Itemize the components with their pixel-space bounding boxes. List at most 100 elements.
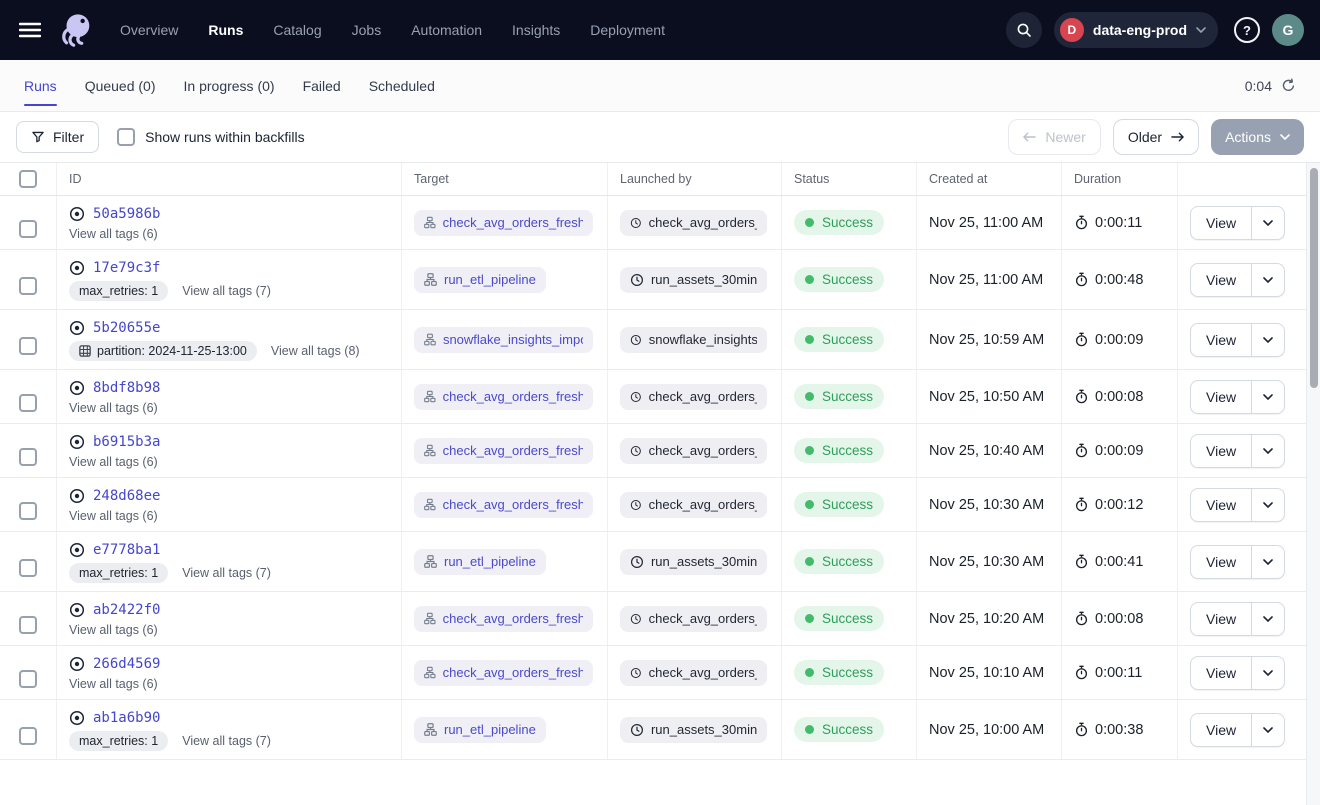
view-button[interactable]: View <box>1191 381 1252 413</box>
launched-by-pill[interactable]: run_assets_30min <box>620 717 767 743</box>
dagster-logo-icon[interactable] <box>56 10 96 50</box>
row-checkbox[interactable] <box>19 220 37 238</box>
view-dropdown-button[interactable] <box>1252 381 1284 413</box>
view-all-tags-link[interactable]: View all tags (6) <box>69 677 158 691</box>
scrollbar-track[interactable] <box>1306 163 1320 805</box>
view-dropdown-button[interactable] <box>1252 714 1284 746</box>
launched-by-pill[interactable]: check_avg_orders_f… <box>620 210 767 236</box>
row-checkbox[interactable] <box>19 502 37 520</box>
view-all-tags-link[interactable]: View all tags (7) <box>182 284 271 298</box>
row-checkbox[interactable] <box>19 616 37 634</box>
launched-by-pill[interactable]: run_assets_30min <box>620 549 767 575</box>
launched-by-pill[interactable]: check_avg_orders_f… <box>620 438 767 464</box>
view-dropdown-button[interactable] <box>1252 264 1284 296</box>
tab-runs[interactable]: Runs <box>24 60 57 111</box>
backfills-checkbox[interactable] <box>117 128 135 146</box>
newer-button[interactable]: Newer <box>1008 119 1100 155</box>
target-pill[interactable]: check_avg_orders_freshne <box>414 438 593 464</box>
launched-by-pill[interactable]: check_avg_orders_f… <box>620 606 767 632</box>
view-dropdown-button[interactable] <box>1252 489 1284 521</box>
row-checkbox[interactable] <box>19 727 37 745</box>
tab-scheduled[interactable]: Scheduled <box>369 60 435 111</box>
view-all-tags-link[interactable]: View all tags (6) <box>69 227 158 241</box>
run-id-link[interactable]: 50a5986b <box>93 206 160 222</box>
view-all-tags-link[interactable]: View all tags (6) <box>69 401 158 415</box>
view-dropdown-button[interactable] <box>1252 546 1284 578</box>
workspace-switcher[interactable]: D data-eng-prod <box>1054 12 1218 48</box>
nav-automation[interactable]: Automation <box>411 22 482 38</box>
filter-button[interactable]: Filter <box>16 121 99 153</box>
view-button[interactable]: View <box>1191 324 1252 356</box>
launched-by-pill[interactable]: check_avg_orders_f… <box>620 384 767 410</box>
view-dropdown-button[interactable] <box>1252 657 1284 689</box>
run-id-link[interactable]: ab1a6b90 <box>93 710 160 726</box>
view-button[interactable]: View <box>1191 714 1252 746</box>
target-pill[interactable]: check_avg_orders_freshne <box>414 210 593 236</box>
view-dropdown-button[interactable] <box>1252 324 1284 356</box>
target-pill[interactable]: check_avg_orders_freshne <box>414 606 593 632</box>
row-checkbox[interactable] <box>19 670 37 688</box>
view-all-tags-link[interactable]: View all tags (6) <box>69 455 158 469</box>
row-checkbox[interactable] <box>19 448 37 466</box>
tab-in-progress[interactable]: In progress (0) <box>184 60 275 111</box>
launched-by-pill[interactable]: check_avg_orders_f… <box>620 660 767 686</box>
target-pill[interactable]: check_avg_orders_freshne <box>414 492 593 518</box>
target-pill[interactable]: check_avg_orders_freshne <box>414 384 593 410</box>
view-button[interactable]: View <box>1191 264 1252 296</box>
row-checkbox[interactable] <box>19 337 37 355</box>
older-button[interactable]: Older <box>1113 119 1199 155</box>
run-id-link[interactable]: 5b20655e <box>93 320 160 336</box>
select-all-checkbox[interactable] <box>19 170 37 188</box>
view-dropdown-button[interactable] <box>1252 207 1284 239</box>
nav-insights[interactable]: Insights <box>512 22 560 38</box>
launched-by-pill[interactable]: run_assets_30min <box>620 267 767 293</box>
view-button[interactable]: View <box>1191 603 1252 635</box>
nav-catalog[interactable]: Catalog <box>273 22 321 38</box>
target-pill[interactable]: snowflake_insights_import <box>414 327 593 353</box>
run-id-link[interactable]: 266d4569 <box>93 656 160 672</box>
hamburger-menu-icon[interactable] <box>16 16 44 44</box>
view-button[interactable]: View <box>1191 657 1252 689</box>
launched-by-pill[interactable]: check_avg_orders_f… <box>620 492 767 518</box>
run-id-link[interactable]: 248d68ee <box>93 488 160 504</box>
nav-runs[interactable]: Runs <box>208 22 243 38</box>
nav-deployment[interactable]: Deployment <box>590 22 665 38</box>
view-all-tags-link[interactable]: View all tags (6) <box>69 509 158 523</box>
run-tag-pill[interactable]: max_retries: 1 <box>69 563 168 583</box>
row-checkbox[interactable] <box>19 277 37 295</box>
nav-jobs[interactable]: Jobs <box>352 22 382 38</box>
row-checkbox[interactable] <box>19 559 37 577</box>
view-all-tags-link[interactable]: View all tags (8) <box>271 344 360 358</box>
view-all-tags-link[interactable]: View all tags (6) <box>69 623 158 637</box>
actions-button[interactable]: Actions <box>1211 119 1304 155</box>
target-pill[interactable]: run_etl_pipeline <box>414 549 546 575</box>
view-dropdown-button[interactable] <box>1252 435 1284 467</box>
target-pill[interactable]: check_avg_orders_freshne <box>414 660 593 686</box>
view-all-tags-link[interactable]: View all tags (7) <box>182 734 271 748</box>
view-button[interactable]: View <box>1191 435 1252 467</box>
view-dropdown-button[interactable] <box>1252 603 1284 635</box>
view-all-tags-link[interactable]: View all tags (7) <box>182 566 271 580</box>
help-button[interactable]: ? <box>1234 17 1260 43</box>
run-id-link[interactable]: e7778ba1 <box>93 542 160 558</box>
launched-by-pill[interactable]: snowflake_insights_… <box>620 327 767 353</box>
run-id-link[interactable]: 17e79c3f <box>93 260 160 276</box>
user-avatar[interactable]: G <box>1272 14 1304 46</box>
run-tag-pill[interactable]: max_retries: 1 <box>69 281 168 301</box>
row-checkbox[interactable] <box>19 394 37 412</box>
view-button[interactable]: View <box>1191 207 1252 239</box>
run-id-link[interactable]: b6915b3a <box>93 434 160 450</box>
run-tag-pill[interactable]: partition: 2024-11-25-13:00 <box>69 341 257 361</box>
target-pill[interactable]: run_etl_pipeline <box>414 267 546 293</box>
target-pill[interactable]: run_etl_pipeline <box>414 717 546 743</box>
run-id-link[interactable]: 8bdf8b98 <box>93 380 160 396</box>
search-button[interactable] <box>1006 12 1042 48</box>
tab-failed[interactable]: Failed <box>303 60 341 111</box>
view-button[interactable]: View <box>1191 546 1252 578</box>
tab-queued[interactable]: Queued (0) <box>85 60 156 111</box>
nav-overview[interactable]: Overview <box>120 22 178 38</box>
refresh-icon[interactable] <box>1281 78 1296 93</box>
scrollbar-thumb[interactable] <box>1310 168 1318 388</box>
view-button[interactable]: View <box>1191 489 1252 521</box>
run-tag-pill[interactable]: max_retries: 1 <box>69 731 168 751</box>
